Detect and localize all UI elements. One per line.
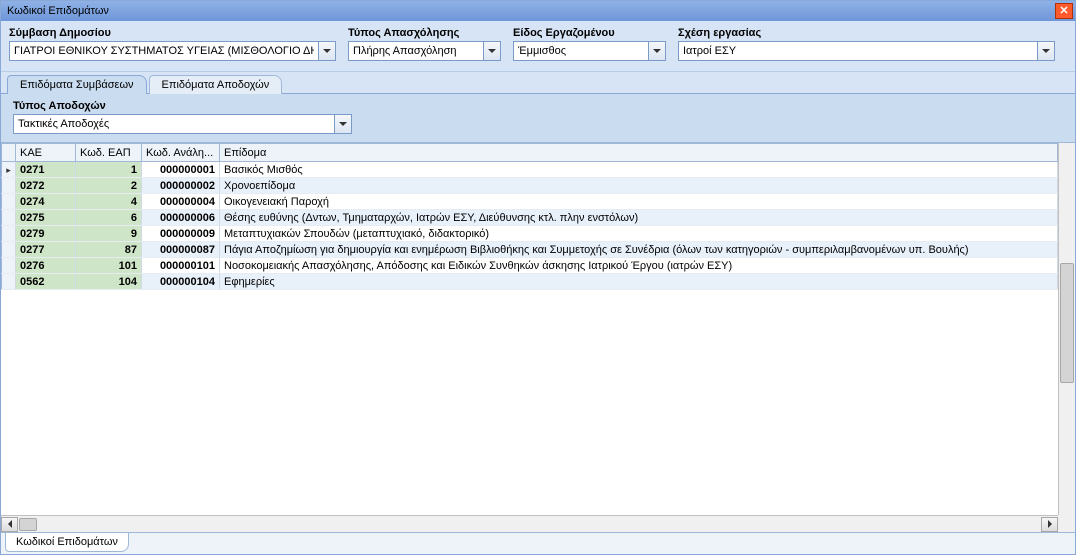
cell-anal[interactable]: 000000006 [142,210,220,226]
vertical-scrollbar[interactable] [1058,143,1075,515]
cell-anal[interactable]: 000000009 [142,226,220,242]
cell-eap[interactable]: 4 [76,194,142,210]
titlebar: Κωδικοί Επιδομάτων ✕ [1,1,1075,21]
row-indicator [2,274,16,290]
cell-epidoma[interactable]: Θέσης ευθύνης (Δντων, Τμηματαρχών, Ιατρώ… [220,210,1058,226]
col-anal[interactable]: Κωδ. Ανάλη... [142,144,220,162]
empkind-combo[interactable] [513,41,649,61]
col-eap[interactable]: Κωδ. ΕΑΠ [76,144,142,162]
contract-combo[interactable] [9,41,319,61]
sub-panel: Τύπος Αποδοχών [1,94,1075,143]
tab-payroll[interactable]: Επιδόματα Αποδοχών [149,75,283,94]
allowances-grid[interactable]: ΚΑΕ Κωδ. ΕΑΠ Κωδ. Ανάλη... Επίδομα 02711… [1,143,1058,290]
cell-kae[interactable]: 0562 [16,274,76,290]
cell-kae[interactable]: 0275 [16,210,76,226]
col-kae[interactable]: ΚΑΕ [16,144,76,162]
cell-eap[interactable]: 87 [76,242,142,258]
horizontal-scrollbar[interactable] [1,515,1058,532]
cell-epidoma[interactable]: Μεταπτυχιακών Σπουδών (μεταπτυχιακό, διδ… [220,226,1058,242]
bottom-tab-row: Κωδικοί Επιδομάτων [1,532,1075,554]
cell-anal[interactable]: 000000101 [142,258,220,274]
bottom-tab-codes[interactable]: Κωδικοί Επιδομάτων [5,533,129,552]
chevron-down-icon[interactable] [484,41,501,61]
relation-label: Σχέση εργασίας [678,27,1067,39]
tab-row: Επιδόματα Συμβάσεων Επιδόματα Αποδοχών [1,72,1075,94]
cell-anal[interactable]: 000000087 [142,242,220,258]
scrollbar-thumb[interactable] [19,518,37,531]
row-indicator [2,162,16,178]
row-indicator [2,210,16,226]
table-row[interactable]: 0562104000000104Εφημερίες [2,274,1058,290]
table-row[interactable]: 02711000000001Βασικός Μισθός [2,162,1058,178]
cell-kae[interactable]: 0272 [16,178,76,194]
cell-epidoma[interactable]: Εφημερίες [220,274,1058,290]
scroll-left-icon[interactable] [1,517,18,532]
row-header-col [2,144,16,162]
scrollbar-thumb[interactable] [1060,263,1074,383]
chevron-down-icon[interactable] [319,41,336,61]
emptype-label: Τύπος Απασχόλησης [348,27,501,39]
close-button[interactable]: ✕ [1055,3,1073,19]
emptype-combo[interactable] [348,41,484,61]
chevron-down-icon[interactable] [649,41,666,61]
relation-combo[interactable] [678,41,1038,61]
cell-kae[interactable]: 0276 [16,258,76,274]
chevron-down-icon[interactable] [335,114,352,134]
empkind-label: Είδος Εργαζομένου [513,27,666,39]
table-row[interactable]: 02744000000004Οικογενειακή Παροχή [2,194,1058,210]
cell-epidoma[interactable]: Χρονοεπίδομα [220,178,1058,194]
table-row[interactable]: 027787000000087Πάγια Αποζημίωση για δημι… [2,242,1058,258]
scroll-right-icon[interactable] [1041,517,1058,532]
cell-kae[interactable]: 0279 [16,226,76,242]
grid-area: ΚΑΕ Κωδ. ΕΑΠ Κωδ. Ανάλη... Επίδομα 02711… [1,143,1075,532]
cell-anal[interactable]: 000000004 [142,194,220,210]
table-row[interactable]: 0276101000000101Νοσοκομειακής Απασχόληση… [2,258,1058,274]
cell-epidoma[interactable]: Οικογενειακή Παροχή [220,194,1058,210]
table-row[interactable]: 02756000000006Θέσης ευθύνης (Δντων, Τμημ… [2,210,1058,226]
cell-kae[interactable]: 0271 [16,162,76,178]
cell-epidoma[interactable]: Νοσοκομειακής Απασχόλησης, Απόδοσης και … [220,258,1058,274]
cell-anal[interactable]: 000000104 [142,274,220,290]
row-indicator [2,258,16,274]
window-title: Κωδικοί Επιδομάτων [7,5,109,17]
row-indicator [2,226,16,242]
tab-contracts[interactable]: Επιδόματα Συμβάσεων [7,75,147,94]
table-row[interactable]: 02799000000009Μεταπτυχιακών Σπουδών (μετ… [2,226,1058,242]
chevron-down-icon[interactable] [1038,41,1055,61]
contract-label: Σύμβαση Δημοσίου [9,27,336,39]
cell-eap[interactable]: 101 [76,258,142,274]
filter-panel: Σύμβαση Δημοσίου Τύπος Απασχόλησης Είδος… [1,21,1075,72]
scroll-corner [1058,515,1075,532]
cell-eap[interactable]: 104 [76,274,142,290]
cell-epidoma[interactable]: Βασικός Μισθός [220,162,1058,178]
cell-anal[interactable]: 000000002 [142,178,220,194]
paytype-combo[interactable] [13,114,335,134]
cell-eap[interactable]: 6 [76,210,142,226]
row-indicator [2,242,16,258]
col-epidoma[interactable]: Επίδομα [220,144,1058,162]
cell-eap[interactable]: 1 [76,162,142,178]
row-indicator [2,178,16,194]
cell-eap[interactable]: 9 [76,226,142,242]
cell-kae[interactable]: 0274 [16,194,76,210]
row-indicator [2,194,16,210]
cell-kae[interactable]: 0277 [16,242,76,258]
cell-eap[interactable]: 2 [76,178,142,194]
paytype-label: Τύπος Αποδοχών [13,100,1067,112]
cell-anal[interactable]: 000000001 [142,162,220,178]
cell-epidoma[interactable]: Πάγια Αποζημίωση για δημιουργία και ενημ… [220,242,1058,258]
close-icon: ✕ [1059,6,1068,17]
table-row[interactable]: 02722000000002Χρονοεπίδομα [2,178,1058,194]
